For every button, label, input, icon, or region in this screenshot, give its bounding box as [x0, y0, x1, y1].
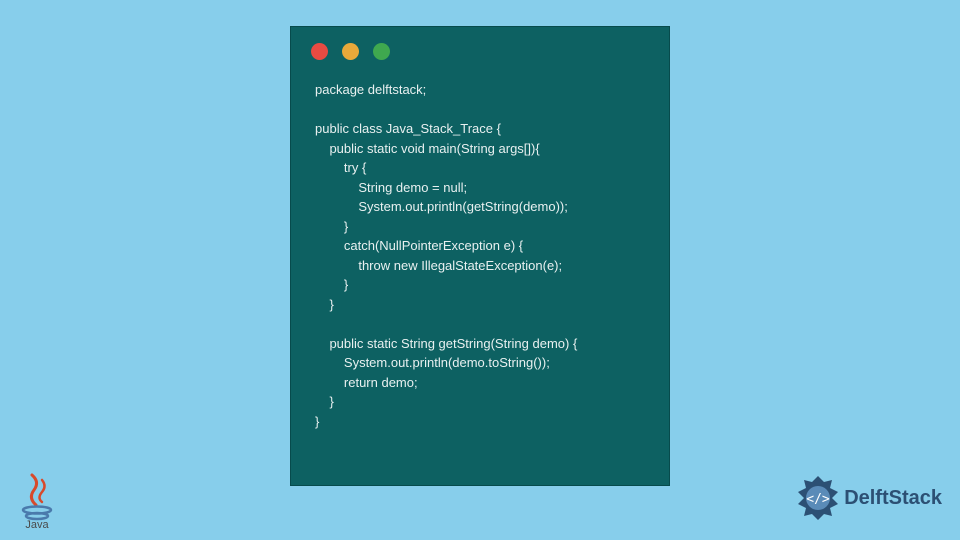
- code-line: try {: [315, 160, 366, 175]
- window-controls: [291, 27, 669, 70]
- code-line: System.out.println(demo.toString());: [315, 355, 550, 370]
- code-line: }: [315, 414, 319, 429]
- delftstack-label: DelftStack: [844, 487, 942, 510]
- code-line: package delftstack;: [315, 82, 426, 97]
- code-line: String demo = null;: [315, 180, 467, 195]
- code-line: catch(NullPointerException e) {: [315, 238, 523, 253]
- svg-text:</>: </>: [806, 492, 830, 507]
- minimize-dot-icon: [342, 43, 359, 60]
- code-line: }: [315, 394, 334, 409]
- maximize-dot-icon: [373, 43, 390, 60]
- delftstack-icon: </>: [794, 474, 842, 522]
- close-dot-icon: [311, 43, 328, 60]
- code-line: return demo;: [315, 375, 418, 390]
- code-line: public static void main(String args[]){: [315, 141, 540, 156]
- code-line: throw new IllegalStateException(e);: [315, 258, 562, 273]
- code-content: package delftstack; public class Java_St…: [291, 70, 669, 441]
- code-line: public class Java_Stack_Trace {: [315, 121, 501, 136]
- code-line: }: [315, 297, 334, 312]
- code-line: }: [315, 277, 348, 292]
- svg-text:Java: Java: [25, 519, 49, 530]
- code-window: package delftstack; public class Java_St…: [290, 26, 670, 486]
- code-line: }: [315, 219, 348, 234]
- delftstack-logo: </> DelftStack: [794, 474, 942, 522]
- code-line: System.out.println(getString(demo));: [315, 199, 568, 214]
- java-logo-icon: Java: [12, 470, 62, 530]
- code-line: public static String getString(String de…: [315, 336, 577, 351]
